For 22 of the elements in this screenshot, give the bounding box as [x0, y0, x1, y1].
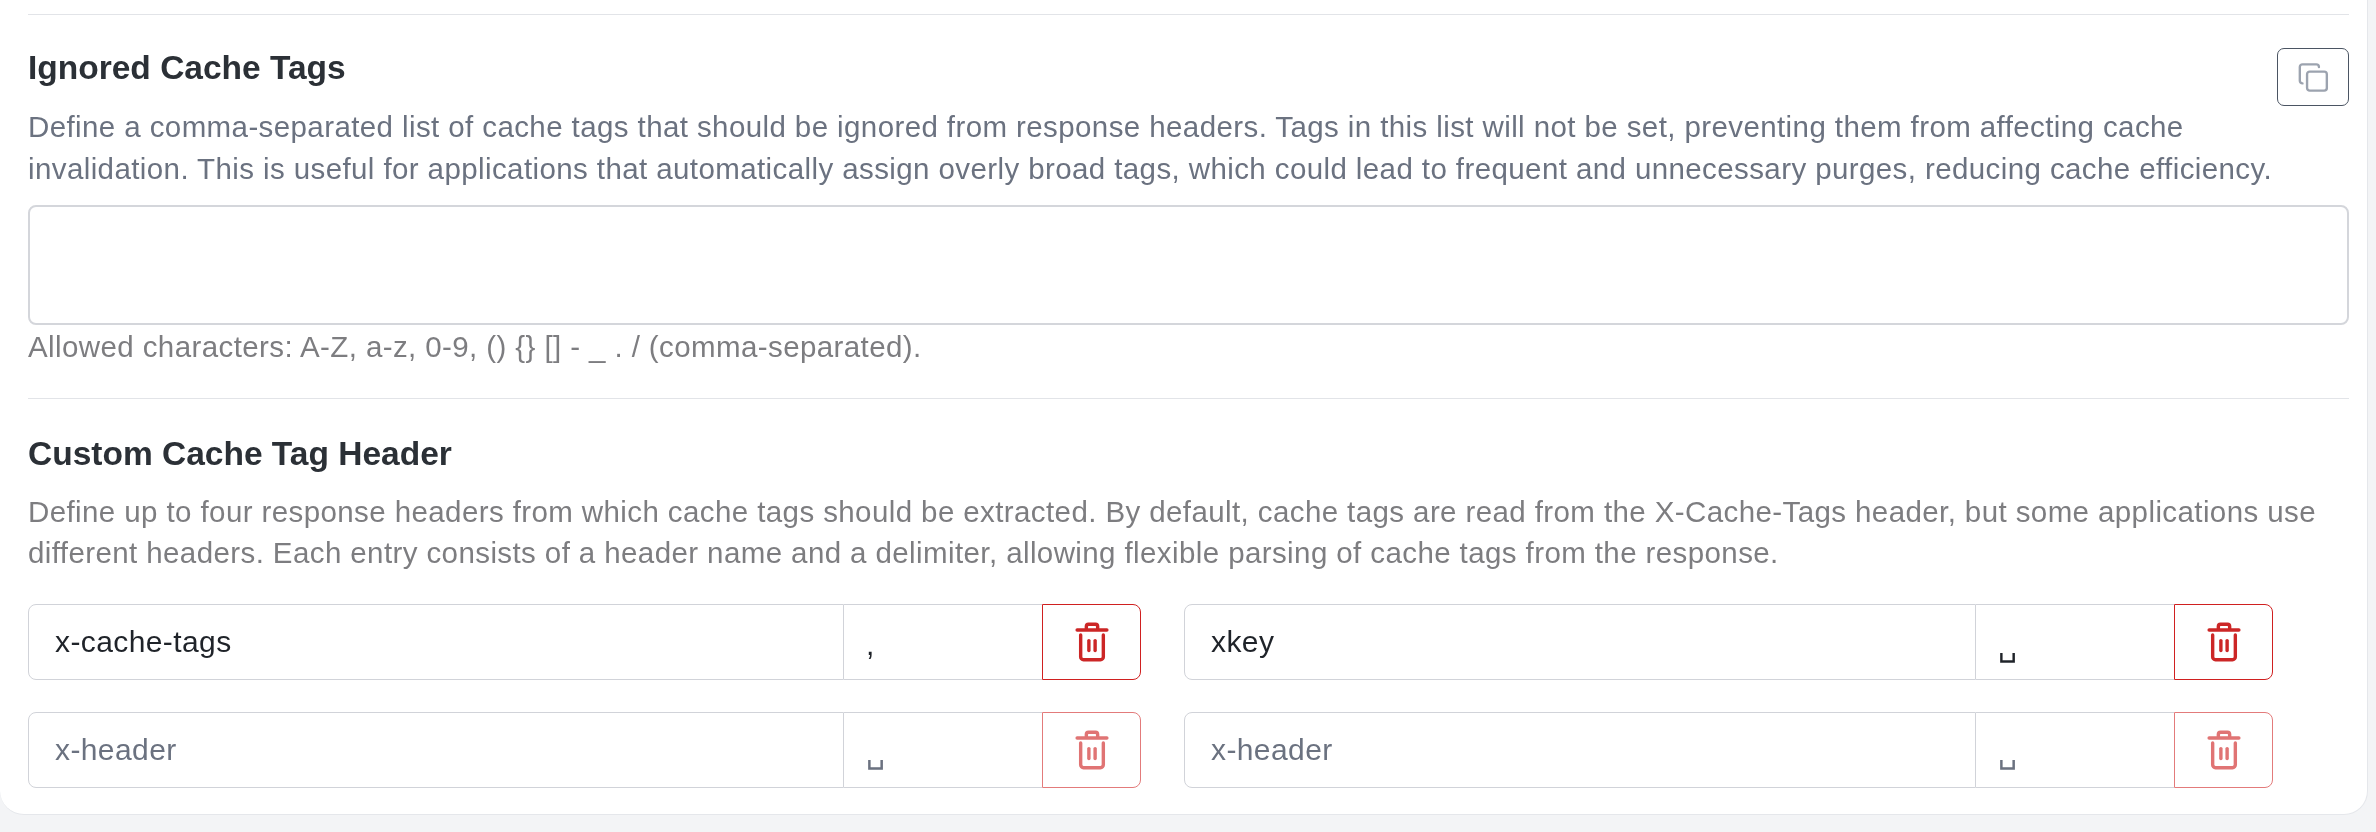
trash-icon: [1074, 730, 1109, 770]
header-name-field[interactable]: x-header: [1184, 712, 1976, 788]
section-description: Define a comma-separated list of cache tags that should be ignored from response headers. Tags in this list will not be set, preventing them from affecting cache invalidation. This is useful for applications that automatically assign overly broad tags, which could lead to frequent and unnecessary purges, reducing cache efficiency.: [28, 109, 2274, 187]
copy-button[interactable]: [2277, 48, 2349, 106]
delimiter-field[interactable]: ,: [844, 604, 1042, 680]
section-description: Define up to four response headers from which cache tags should be extracted. By default, cache tags are read from the X-Cache-Tags header, but some applications use different headers. Each entry consists of a header name and a delimiter, allowing flexible parsing of cache tags from the response.: [28, 494, 2317, 571]
header-name-field[interactable]: x-header: [28, 712, 844, 788]
header-name-field[interactable]: x-cache-tags: [28, 604, 844, 680]
delimiter-field[interactable]: ␣: [844, 712, 1042, 788]
delimiter-field[interactable]: ␣: [1976, 712, 2174, 788]
tags-field[interactable]: [28, 205, 2349, 325]
header-name-field[interactable]: xkey: [1184, 604, 1976, 680]
trash-icon: [2206, 622, 2241, 662]
trash-icon: [1074, 622, 1109, 662]
field-hint: Allowed characters: A-Z, a-z, 0-9, () {} [] - _ . / (comma-separated).: [28, 329, 923, 365]
copy-icon: [2297, 62, 2329, 92]
delete-button[interactable]: [2174, 604, 2273, 680]
trash-icon: [2206, 730, 2241, 770]
section-title: Custom Cache Tag Header: [28, 434, 453, 474]
section-title: Ignored Cache Tags: [28, 48, 346, 88]
delimiter-field[interactable]: ␣: [1976, 604, 2174, 680]
delete-button[interactable]: [1042, 604, 1141, 680]
